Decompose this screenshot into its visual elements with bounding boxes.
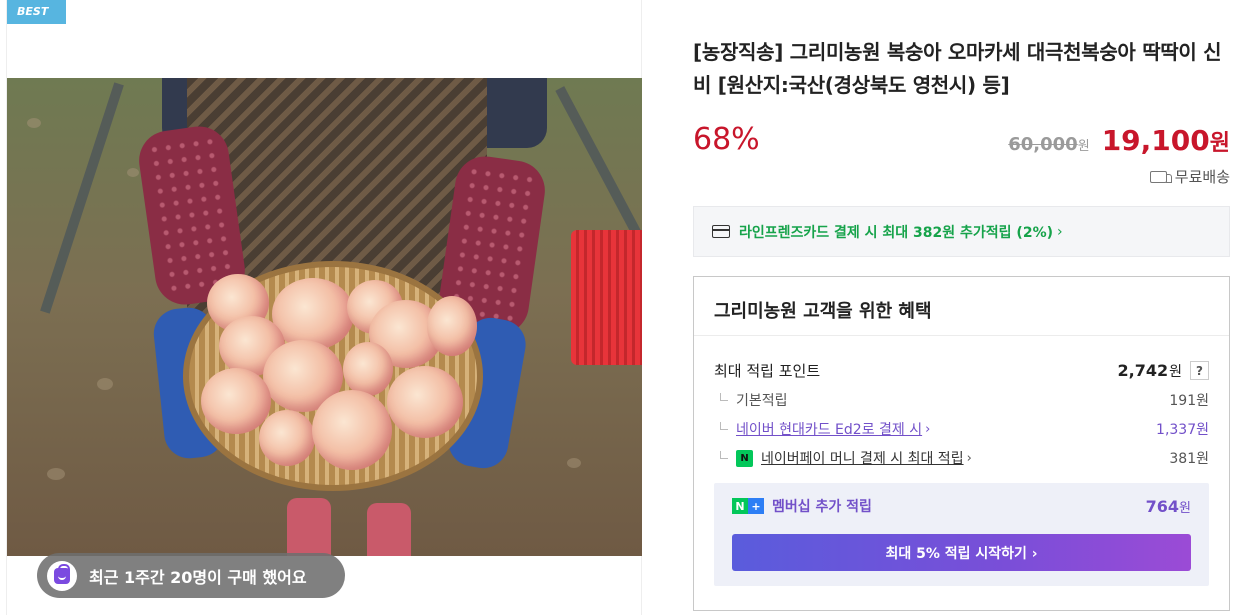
max-points-unit: 원 [1169,363,1182,380]
max-points-value: 2,742 원 ? [1117,361,1209,381]
sale-price: 19,100 [1101,124,1210,157]
naver-pay-link[interactable]: 네이버페이 머니 결제 시 최대 적립 [761,448,964,468]
sale-price-unit: 원 [1209,131,1230,156]
product-info-panel: [농장직송] 그리미농원 복숭아 오마카세 대극천복숭아 딱딱이 신비 [원산지… [693,0,1230,615]
max-points-row: 최대 적립 포인트 2,742 원 ? [714,360,1209,381]
recent-purchase-badge: 최근 1주간 20명이 구매 했어요 [37,553,345,598]
tree-connector [720,451,728,459]
card-promo-banner[interactable]: 라인프렌즈카드 결제 시 최대 382원 추가적립 (2%) › [693,206,1230,257]
shipping-info: 무료배송 [1149,166,1230,187]
basic-points-row: 기본적립 191원 [720,390,1209,410]
product-title: [농장직송] 그리미농원 복숭아 오마카세 대극천복숭아 딱딱이 신비 [원산지… [693,40,1222,97]
basic-points-value: 191원 [1169,393,1209,409]
chevron-right-icon: › [1057,223,1063,240]
start-membership-button[interactable]: 최대 5% 적립 시작하기 › [732,534,1191,571]
max-points-label: 최대 적립 포인트 [714,362,821,380]
naver-card-link[interactable]: 네이버 현대카드 Ed2로 결제 시 [736,419,922,439]
tree-connector [720,393,728,401]
membership-unit: 원 [1179,500,1191,516]
naver-plus-icon: N + [732,498,764,514]
credit-card-icon [712,225,730,238]
shipping-text: 무료배송 [1174,168,1230,186]
chevron-right-icon: › [966,450,972,466]
membership-panel: N + 멤버십 추가 적립 764원 최대 5% 적립 시작하기 › [714,483,1209,586]
naver-pay-icon: N [736,449,753,467]
card-points-row: 네이버 현대카드 Ed2로 결제 시 › 1,337원 [720,419,1209,439]
product-image-panel: BEST 최근 1주간 20명이 구매 했어요 [6,0,642,615]
tree-connector [720,422,728,430]
product-photo[interactable] [7,78,642,556]
original-price-unit: 원 [1077,139,1090,154]
basic-points-label: 기본적립 [736,393,788,409]
membership-number: 764 [1145,496,1180,516]
benefit-title: 그리미농원 고객을 위한 혜택 [714,301,932,322]
npay-points-row: N 네이버페이 머니 결제 시 최대 적립 › 381원 [720,448,1209,468]
npay-points-value: 381원 [1169,451,1209,467]
divider [694,335,1229,336]
chevron-right-icon: › [925,421,931,437]
original-price: 60,000 [1008,134,1078,155]
shopping-bag-icon [47,560,77,591]
membership-row: N + 멤버십 추가 적립 764원 [732,496,1191,516]
truck-icon [1149,170,1172,183]
recent-purchase-text: 최근 1주간 20명이 구매 했어요 [89,567,307,587]
help-icon[interactable]: ? [1190,361,1209,380]
membership-value: 764원 [1146,497,1191,516]
card-promo-text: 라인프렌즈카드 결제 시 최대 382원 추가적립 (2%) [739,224,1053,241]
max-points-number: 2,742 [1117,361,1169,380]
best-badge: BEST [7,0,66,24]
discount-rate: 68% [693,122,760,157]
card-points-value: 1,337원 [1156,422,1209,438]
benefit-box: 그리미농원 고객을 위한 혜택 최대 적립 포인트 2,742 원 ? 기본적립… [693,276,1230,611]
membership-label: 멤버십 추가 적립 [772,499,872,515]
price-row: 60,000 원 19,100 원 [1008,124,1230,157]
